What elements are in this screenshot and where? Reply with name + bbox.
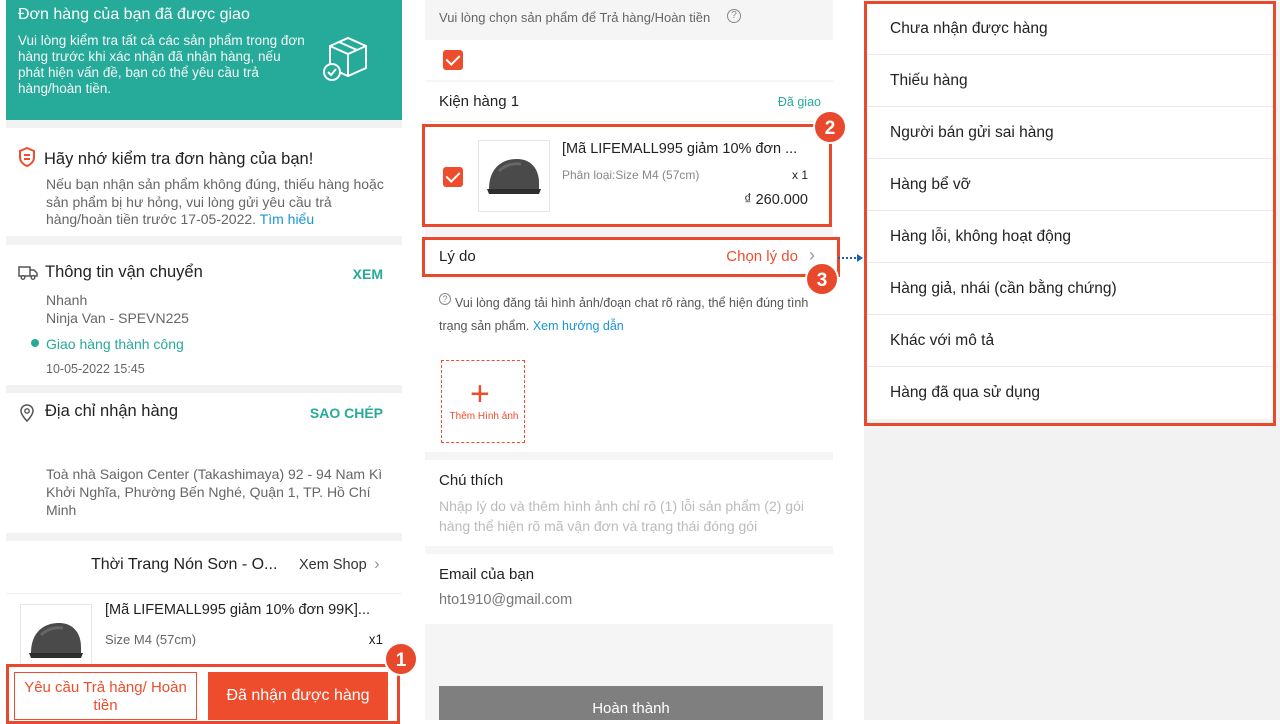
view-guide-link[interactable]: Xem hướng dẫn: [533, 319, 624, 333]
truck-icon: [18, 266, 38, 280]
reminder-title: Hãy nhớ kiểm tra đơn hàng của bạn!: [44, 150, 314, 168]
add-image-label: Thêm Hình ảnh: [449, 411, 519, 422]
shipping-method: Nhanh: [46, 292, 88, 308]
email-label: Email của bạn: [439, 566, 535, 583]
reminder-description: Nếu bạn nhận sản phẩm không đúng, thiếu …: [46, 176, 384, 227]
package-header: Kiện hàng 1 Đã giao: [425, 82, 833, 122]
delivery-status: Giao hàng thành công: [46, 336, 184, 352]
shop-name: Thời Trang Nón Sơn - O...: [91, 556, 278, 573]
highlight-box-2: [422, 124, 832, 227]
chevron-right-icon: ›: [374, 554, 380, 573]
shop-header[interactable]: Thời Trang Nón Sơn - O... Xem Shop ›: [6, 541, 402, 593]
return-request-panel: Vui lòng chọn sản phẩm để Trả hàng/Hoàn …: [425, 0, 833, 720]
add-image-button[interactable]: + Thêm Hình ảnh: [441, 360, 525, 443]
learn-more-link[interactable]: Tìm hiểu: [260, 211, 314, 227]
banner-title: Đơn hàng của bạn đã được giao: [18, 6, 250, 23]
submit-button[interactable]: Hoàn thành: [439, 686, 823, 720]
product-qty: x1: [368, 632, 383, 647]
view-shipping-link[interactable]: XEM: [353, 266, 383, 282]
email-field[interactable]: hto1910@gmail.com: [439, 592, 572, 608]
highlight-box-1: [6, 664, 400, 724]
highlight-box-3: [422, 237, 840, 277]
upload-note: Vui lòng đăng tải hình ảnh/đoạn chat rõ …: [439, 296, 809, 333]
order-detail-panel: Đơn hàng của bạn đã được giao Vui lòng k…: [6, 0, 402, 720]
step-badge-3: 3: [805, 262, 839, 296]
connector-arrow-icon: [838, 254, 863, 262]
address-text: Toà nhà Saigon Center (Takashimaya) 92 -…: [46, 466, 383, 518]
shipping-card: Thông tin vận chuyển XEM Nhanh Ninja Van…: [6, 245, 402, 385]
instruction-text: Vui lòng chọn sản phẩm để Trả hàng/Hoàn …: [439, 10, 711, 25]
plus-icon: +: [470, 375, 490, 413]
product-variant: Size M4 (57cm): [105, 632, 197, 647]
address-card: Địa chỉ nhận hàng SAO CHÉP Toà nhà Saigo…: [6, 393, 402, 533]
comment-section: Chú thích Nhập lý do và thêm hình ảnh ch…: [425, 460, 833, 546]
help-icon[interactable]: ?: [727, 9, 741, 23]
comment-input[interactable]: Nhập lý do và thêm hình ảnh chỉ rõ (1) l…: [439, 496, 824, 536]
upload-section: ? Vui lòng đăng tải hình ảnh/đoạn chat r…: [425, 278, 833, 452]
address-title: Địa chỉ nhận hàng: [45, 402, 179, 420]
step-badge-1: 1: [384, 642, 418, 676]
package-check-icon: [323, 36, 367, 81]
highlight-box-reasons: [864, 1, 1276, 426]
product-name: [Mã LIFEMALL995 giảm 10% đơn 99K]...: [105, 602, 371, 618]
delivery-time: 10-05-2022 15:45: [46, 362, 145, 376]
step-badge-2: 2: [813, 110, 847, 144]
delivered-banner: Đơn hàng của bạn đã được giao Vui lòng k…: [6, 0, 402, 120]
copy-address-link[interactable]: SAO CHÉP: [310, 405, 383, 421]
location-pin-icon: [20, 404, 34, 422]
select-all-checkbox[interactable]: [443, 50, 463, 70]
shield-icon: [19, 147, 35, 167]
banner-description: Vui lòng kiểm tra tất cả các sản phẩm tr…: [18, 33, 305, 96]
shipping-carrier: Ninja Van - SPEVN225: [46, 310, 189, 326]
package-status: Đã giao: [777, 95, 821, 109]
status-dot: [31, 339, 39, 347]
email-section: Email của bạn hto1910@gmail.com: [425, 554, 833, 624]
shipping-title: Thông tin vận chuyển: [45, 263, 203, 281]
view-shop-link[interactable]: Xem Shop: [299, 557, 367, 573]
comment-label: Chú thích: [439, 472, 504, 489]
select-all-row: [425, 40, 833, 80]
instruction-row: Vui lòng chọn sản phẩm để Trả hàng/Hoàn …: [425, 0, 833, 38]
package-title: Kiện hàng 1: [439, 93, 520, 110]
